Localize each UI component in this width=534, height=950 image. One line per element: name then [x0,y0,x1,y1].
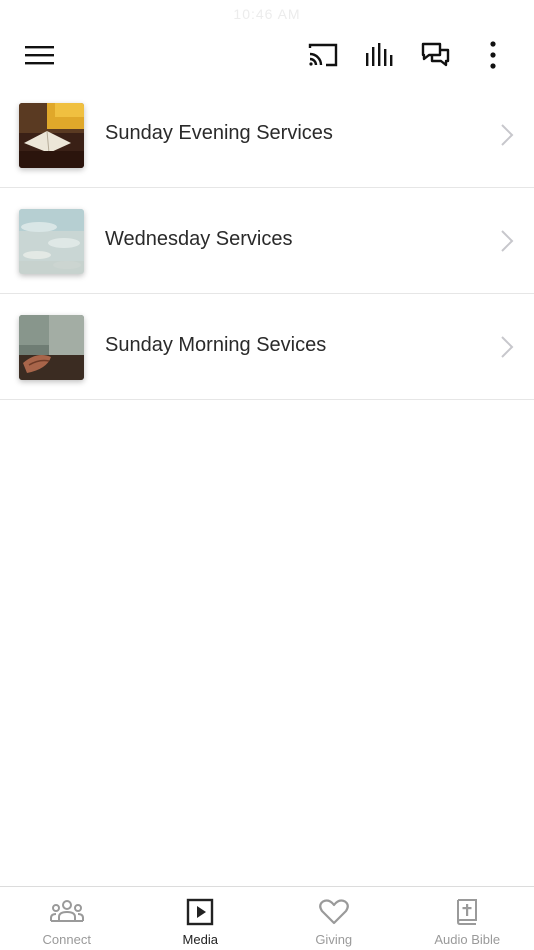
tab-label: Giving [315,932,353,947]
tab-label: Connect [42,932,91,947]
media-item-sunday-morning[interactable]: Sunday Morning Sevices [0,294,534,400]
media-item-label: Sunday Morning Sevices [105,334,327,356]
more-vertical-icon [490,41,496,69]
status-bar: 10:46 AM [0,0,534,28]
chevron-right-icon [501,230,514,252]
status-time: 10:46 AM [233,6,301,22]
tab-giving[interactable]: Giving [267,887,401,950]
menu-icon [25,46,54,65]
tab-connect[interactable]: Connect [0,887,134,950]
media-list: Sunday Evening Services Wednesday Servic… [0,82,534,400]
media-item-wednesday[interactable]: Wednesday Services [0,188,534,294]
chat-button[interactable] [414,28,458,82]
cast-button[interactable] [301,28,345,82]
media-item-label: Wednesday Services [105,228,293,250]
thumbnail-water-surface [19,209,84,274]
tab-media[interactable]: Media [134,887,268,950]
audio-button[interactable] [358,28,402,82]
tab-label: Media [182,932,218,947]
menu-button[interactable] [18,28,62,82]
tab-audio-bible[interactable]: Audio Bible [401,887,534,950]
thumbnail-bible-reading [19,103,84,168]
chat-icon [421,42,450,67]
heart-icon [318,899,349,925]
top-toolbar [0,28,534,82]
bottom-tab-bar: Connect Media Giving Audio Bible [0,886,534,950]
tab-label: Audio Bible [434,932,501,947]
bible-cross-icon [457,899,478,925]
audio-bars-icon [366,43,393,66]
thumbnail-praying-hands [19,315,84,380]
cast-icon [308,43,338,67]
more-button[interactable] [471,28,515,82]
media-item-sunday-evening[interactable]: Sunday Evening Services [0,82,534,188]
chevron-right-icon [501,124,514,146]
chevron-right-icon [501,336,514,358]
play-icon [187,898,214,926]
people-icon [49,900,84,922]
media-item-label: Sunday Evening Services [105,122,333,144]
